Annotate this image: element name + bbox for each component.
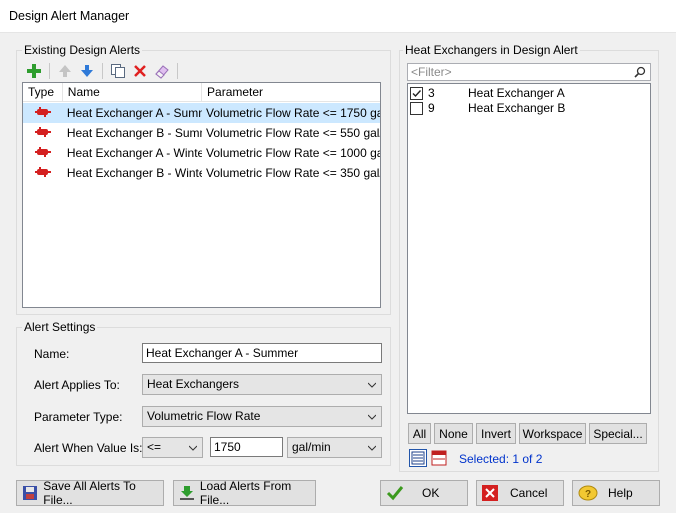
column-header-type[interactable]: Type [23, 83, 63, 102]
heat-exchanger-item[interactable]: 3 Heat Exchanger A [410, 85, 565, 101]
special-button[interactable]: Special... [589, 423, 647, 444]
alert-row[interactable]: Heat Exchanger B - Summer Volumetric Flo… [23, 123, 380, 143]
filter-input[interactable]: <Filter> [407, 63, 651, 81]
chevron-down-icon [368, 382, 376, 388]
alerts-list-header: Type Name Parameter [23, 83, 380, 102]
chevron-down-icon [368, 414, 376, 420]
applies-to-label: Alert Applies To: [34, 378, 120, 392]
cancel-icon [482, 485, 498, 501]
alert-name: Heat Exchanger A - Winter [66, 146, 203, 160]
applies-to-select[interactable]: Heat Exchangers [142, 374, 382, 395]
list-view-icon[interactable] [409, 449, 427, 467]
heat-exchanger-icon [23, 126, 63, 140]
heat-exchanger-icon [23, 106, 63, 120]
heat-exchanger-id: 9 [428, 101, 435, 115]
name-label: Name: [34, 347, 70, 361]
invert-selection-button[interactable]: Invert [476, 423, 516, 444]
heat-exchanger-item[interactable]: 9 Heat Exchanger B [410, 100, 565, 116]
alert-settings-label: Alert Settings [22, 320, 98, 334]
select-all-button[interactable]: All [408, 423, 431, 444]
alert-parameter: Volumetric Flow Rate <= 1750 gal/min [206, 106, 380, 120]
heat-exchanger-name: Heat Exchanger B [468, 101, 566, 115]
alert-row[interactable]: Heat Exchanger B - Winter Volumetric Flo… [23, 163, 380, 183]
name-input[interactable]: Heat Exchanger A - Summer [142, 343, 382, 363]
heat-exchangers-list[interactable]: 3 Heat Exchanger A 9 Heat Exchanger B [407, 83, 651, 414]
select-none-button[interactable]: None [434, 423, 473, 444]
alert-parameter: Volumetric Flow Rate <= 350 gal/min [206, 166, 380, 180]
operator-select[interactable]: <= [142, 437, 203, 458]
alert-parameter: Volumetric Flow Rate <= 1000 gal/min [206, 146, 380, 160]
alert-name: Heat Exchanger B - Winter [66, 166, 203, 180]
title-bar: Design Alert Manager [0, 0, 676, 33]
load-icon [180, 486, 194, 500]
checkbox-checked[interactable] [410, 86, 423, 100]
toolbar-separator [102, 63, 103, 79]
ok-button[interactable]: OK [380, 480, 468, 506]
parameter-type-label: Parameter Type: [34, 410, 123, 424]
column-header-name[interactable]: Name [63, 83, 203, 102]
add-icon[interactable] [24, 61, 44, 81]
chevron-down-icon [368, 445, 376, 451]
load-alerts-button[interactable]: Load Alerts From File... [173, 479, 316, 507]
search-icon[interactable] [634, 66, 646, 78]
save-icon [23, 486, 37, 500]
alerts-toolbar [24, 60, 181, 82]
help-label: Help [608, 486, 633, 500]
parameter-type-select[interactable]: Volumetric Flow Rate [142, 406, 382, 427]
applies-to-value: Heat Exchangers [147, 377, 240, 391]
threshold-input[interactable]: 1750 [210, 437, 283, 457]
parameter-type-value: Volumetric Flow Rate [147, 409, 261, 423]
alert-parameter: Volumetric Flow Rate <= 550 gal/min [206, 126, 380, 140]
move-up-icon[interactable] [55, 61, 75, 81]
heat-exchanger-name: Heat Exchanger A [468, 86, 565, 100]
alerts-list[interactable]: Type Name Parameter Heat Exchanger A - S… [22, 82, 381, 308]
existing-alerts-label: Existing Design Alerts [22, 43, 143, 57]
help-icon: ? [578, 485, 598, 501]
alert-row[interactable]: Heat Exchanger A - Winter Volumetric Flo… [23, 143, 380, 163]
toolbar-separator [49, 63, 50, 79]
checkmark-icon [386, 486, 404, 501]
eraser-icon[interactable] [152, 61, 172, 81]
operator-value: <= [147, 440, 162, 454]
alert-row[interactable]: Heat Exchanger A - Summer Volumetric Flo… [23, 103, 380, 123]
help-button[interactable]: ? Help [572, 480, 660, 506]
selected-status: Selected: 1 of 2 [459, 452, 543, 466]
save-all-alerts-button[interactable]: Save All Alerts To File... [16, 479, 164, 507]
cancel-label: Cancel [510, 486, 548, 500]
cancel-button[interactable]: Cancel [476, 480, 564, 506]
svg-text:?: ? [585, 489, 591, 500]
move-down-icon[interactable] [77, 61, 97, 81]
alert-when-label: Alert When Value Is: [34, 441, 143, 455]
heat-exchanger-id: 3 [428, 86, 435, 100]
chevron-down-icon [189, 445, 197, 451]
units-value: gal/min [292, 440, 331, 454]
detail-view-icon[interactable] [430, 449, 448, 467]
heat-exchanger-icon [23, 166, 63, 180]
checkbox-unchecked[interactable] [410, 101, 423, 115]
units-select[interactable]: gal/min [287, 437, 382, 458]
delete-icon[interactable] [130, 61, 150, 81]
load-alerts-label: Load Alerts From File... [199, 479, 292, 507]
ok-label: OK [422, 486, 440, 500]
column-header-parameter[interactable]: Parameter [202, 83, 380, 102]
save-all-alerts-label: Save All Alerts To File... [43, 479, 136, 507]
workspace-button[interactable]: Workspace [519, 423, 586, 444]
filter-placeholder: <Filter> [411, 65, 452, 79]
copy-icon[interactable] [108, 61, 128, 81]
alert-name: Heat Exchanger B - Summer [66, 126, 202, 140]
heat-exchanger-icon [23, 146, 63, 160]
heat-exchangers-label: Heat Exchangers in Design Alert [403, 43, 580, 57]
toolbar-separator [177, 63, 178, 79]
alert-name: Heat Exchanger A - Summer [66, 106, 202, 120]
window-title: Design Alert Manager [9, 9, 130, 23]
